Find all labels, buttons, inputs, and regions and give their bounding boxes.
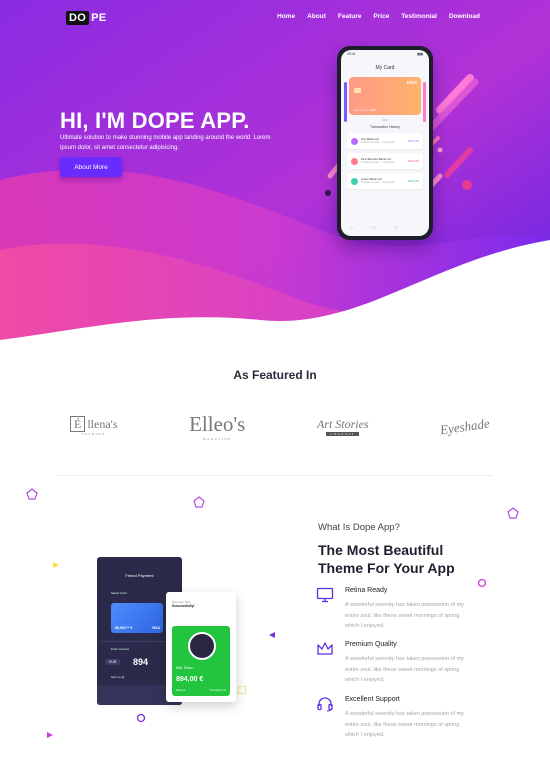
transaction-sub: Transfer to save · Completed xyxy=(361,181,395,184)
transaction-avatar-icon xyxy=(351,137,358,145)
mockup-left-amount: 894 xyxy=(133,657,149,667)
mockup-right-name: Mitt. Shoe • xyxy=(176,666,194,670)
feature-description: A wonderful serenity has taken possessio… xyxy=(345,711,464,738)
feature-name: Excellent Support xyxy=(345,696,400,703)
transaction-sub: Transfer to save · Completed xyxy=(361,141,395,144)
headset-icon xyxy=(317,697,333,712)
hero-background xyxy=(0,0,550,360)
card-brand: VISA xyxy=(406,80,417,85)
brand-art-stories-logo: Art Stories CHANNEL xyxy=(316,417,369,436)
brand-logos: Éllena's FASHION Elleo's MAGAZINE Art St… xyxy=(70,412,491,441)
logo[interactable]: DO PE xyxy=(66,10,108,25)
card-number: •••• •••• •••• 1236 xyxy=(354,108,376,112)
mockup-left-card-amount: $6,903 ** € xyxy=(115,626,133,630)
pentagon-decoration-icon xyxy=(507,507,519,519)
nav-home[interactable]: Home xyxy=(277,13,295,20)
triangle-decoration-icon xyxy=(269,632,275,638)
chart-icon: ∿ xyxy=(394,225,399,231)
mockup-left-card-brand: VISA xyxy=(151,626,160,630)
transaction-avatar-icon xyxy=(351,157,358,165)
triangle-decoration-icon xyxy=(47,732,53,738)
nav-price[interactable]: Price xyxy=(373,13,389,20)
transaction-row: Union Bank Ltd Transfer to save · Complet… xyxy=(347,173,423,189)
transaction-amount: $500.00 xyxy=(408,139,419,143)
nav-download[interactable]: Download xyxy=(449,13,480,20)
mockup-left-card: $6,903 ** € VISA xyxy=(111,603,163,633)
square-decoration-icon xyxy=(238,686,246,694)
transaction-sub: Transfer to save · Completed xyxy=(361,161,395,164)
phone-time: 09:41 xyxy=(347,52,356,56)
mockup-right-footer-right: Transaction ID xyxy=(209,689,226,692)
hero-section: DO PE Home About Feature Price Testimonia… xyxy=(0,0,550,360)
mockup-left-sent: Sent to @ xyxy=(111,675,125,679)
phone-screen: 09:41 ▮▮▮ My Card VISA •••• •••• •••• 12… xyxy=(341,50,429,236)
phone-title: My Card xyxy=(375,65,395,71)
avatar xyxy=(188,632,216,660)
hero-title: HI, I'M DOPE APP. xyxy=(60,108,250,133)
phone-status-bar: 09:41 ▮▮▮ xyxy=(341,50,429,56)
circle-decoration-icon xyxy=(136,713,146,723)
pentagon-decoration-icon xyxy=(26,488,38,500)
transaction-amount: $100.00 xyxy=(408,179,419,183)
feature-name: Premium Quality xyxy=(345,641,397,648)
mockup-left-title: Friend Payment xyxy=(125,573,154,578)
nav-testimonial[interactable]: Testimonial xyxy=(401,13,437,20)
about-more-button[interactable]: About More xyxy=(60,157,122,177)
card-icon: ▭ xyxy=(371,225,377,231)
transaction-amount: $150.00 xyxy=(408,159,419,163)
logo-text: PE xyxy=(91,11,107,24)
card-chip-icon xyxy=(354,88,361,93)
credit-card: VISA •••• •••• •••• 1236 xyxy=(349,77,421,115)
brand-ellenas-logo: Éllena's FASHION xyxy=(70,416,118,436)
features-title: The Most Beautiful Theme For Your App xyxy=(318,542,455,576)
nav-feature[interactable]: Feature xyxy=(338,13,361,20)
feature-name: Retina Ready xyxy=(345,587,388,594)
feature-description: A wonderful serenity has taken possessio… xyxy=(345,656,464,683)
signal-icon: ▮▮▮ xyxy=(417,52,423,56)
transaction-row: First Bounds Bank Ltd Transfer to save · … xyxy=(347,153,423,169)
phone-tab-bar: ⌂ ▭ ∿ ◔ xyxy=(341,225,429,231)
features-kicker: What Is Dope App? xyxy=(318,522,400,533)
brand-eyeshade-logo: Eyeshade xyxy=(439,415,491,437)
history-title: Transaction History xyxy=(369,125,401,129)
mockup-right-green-card: Mitt. Shoe • 894,00 € Balance Transactio… xyxy=(172,626,230,696)
hero-subtitle: Ultimate solution to make stunning mobil… xyxy=(60,135,271,151)
pentagon-decoration-icon xyxy=(193,496,205,508)
crown-icon xyxy=(317,642,333,655)
mockup-right-status: Successfully! xyxy=(172,604,195,608)
mockup-right-amount: 894,00 € xyxy=(176,676,204,683)
logo-mark: DO xyxy=(66,10,90,25)
mockup-left-select: Select Card xyxy=(111,591,127,595)
transaction-avatar-icon xyxy=(351,177,358,185)
mockup-right-footer-left: Balance xyxy=(176,689,186,692)
nav-about[interactable]: About xyxy=(307,13,326,20)
brand-elleos-logo: Elleo's MAGAZINE xyxy=(189,412,246,441)
featured-title: As Featured In xyxy=(233,368,317,382)
mockup-left-currency: EUR xyxy=(105,659,121,665)
circle-decoration-icon xyxy=(477,578,487,588)
monitor-icon xyxy=(316,587,334,603)
app-screen-mockup-right: Payment Sent Successfully! Mitt. Shoe • … xyxy=(166,592,236,702)
user-icon: ◔ xyxy=(416,225,420,231)
feature-description: A wonderful serenity has taken possessio… xyxy=(345,602,464,629)
triangle-decoration-icon xyxy=(53,562,59,568)
card-peek-left xyxy=(344,82,347,122)
card-peek-right xyxy=(423,82,426,122)
transaction-row: City Bank Ltd Transfer to save · Complete… xyxy=(347,133,423,149)
mockup-left-enter: Enter Amount xyxy=(111,647,130,651)
main-nav: Home About Feature Price Testimonial Dow… xyxy=(277,13,480,20)
home-icon: ⌂ xyxy=(350,225,354,231)
carousel-dots: ••• xyxy=(382,117,388,122)
section-divider xyxy=(57,475,493,476)
phone-mockup: 09:41 ▮▮▮ My Card VISA •••• •••• •••• 12… xyxy=(337,46,433,240)
